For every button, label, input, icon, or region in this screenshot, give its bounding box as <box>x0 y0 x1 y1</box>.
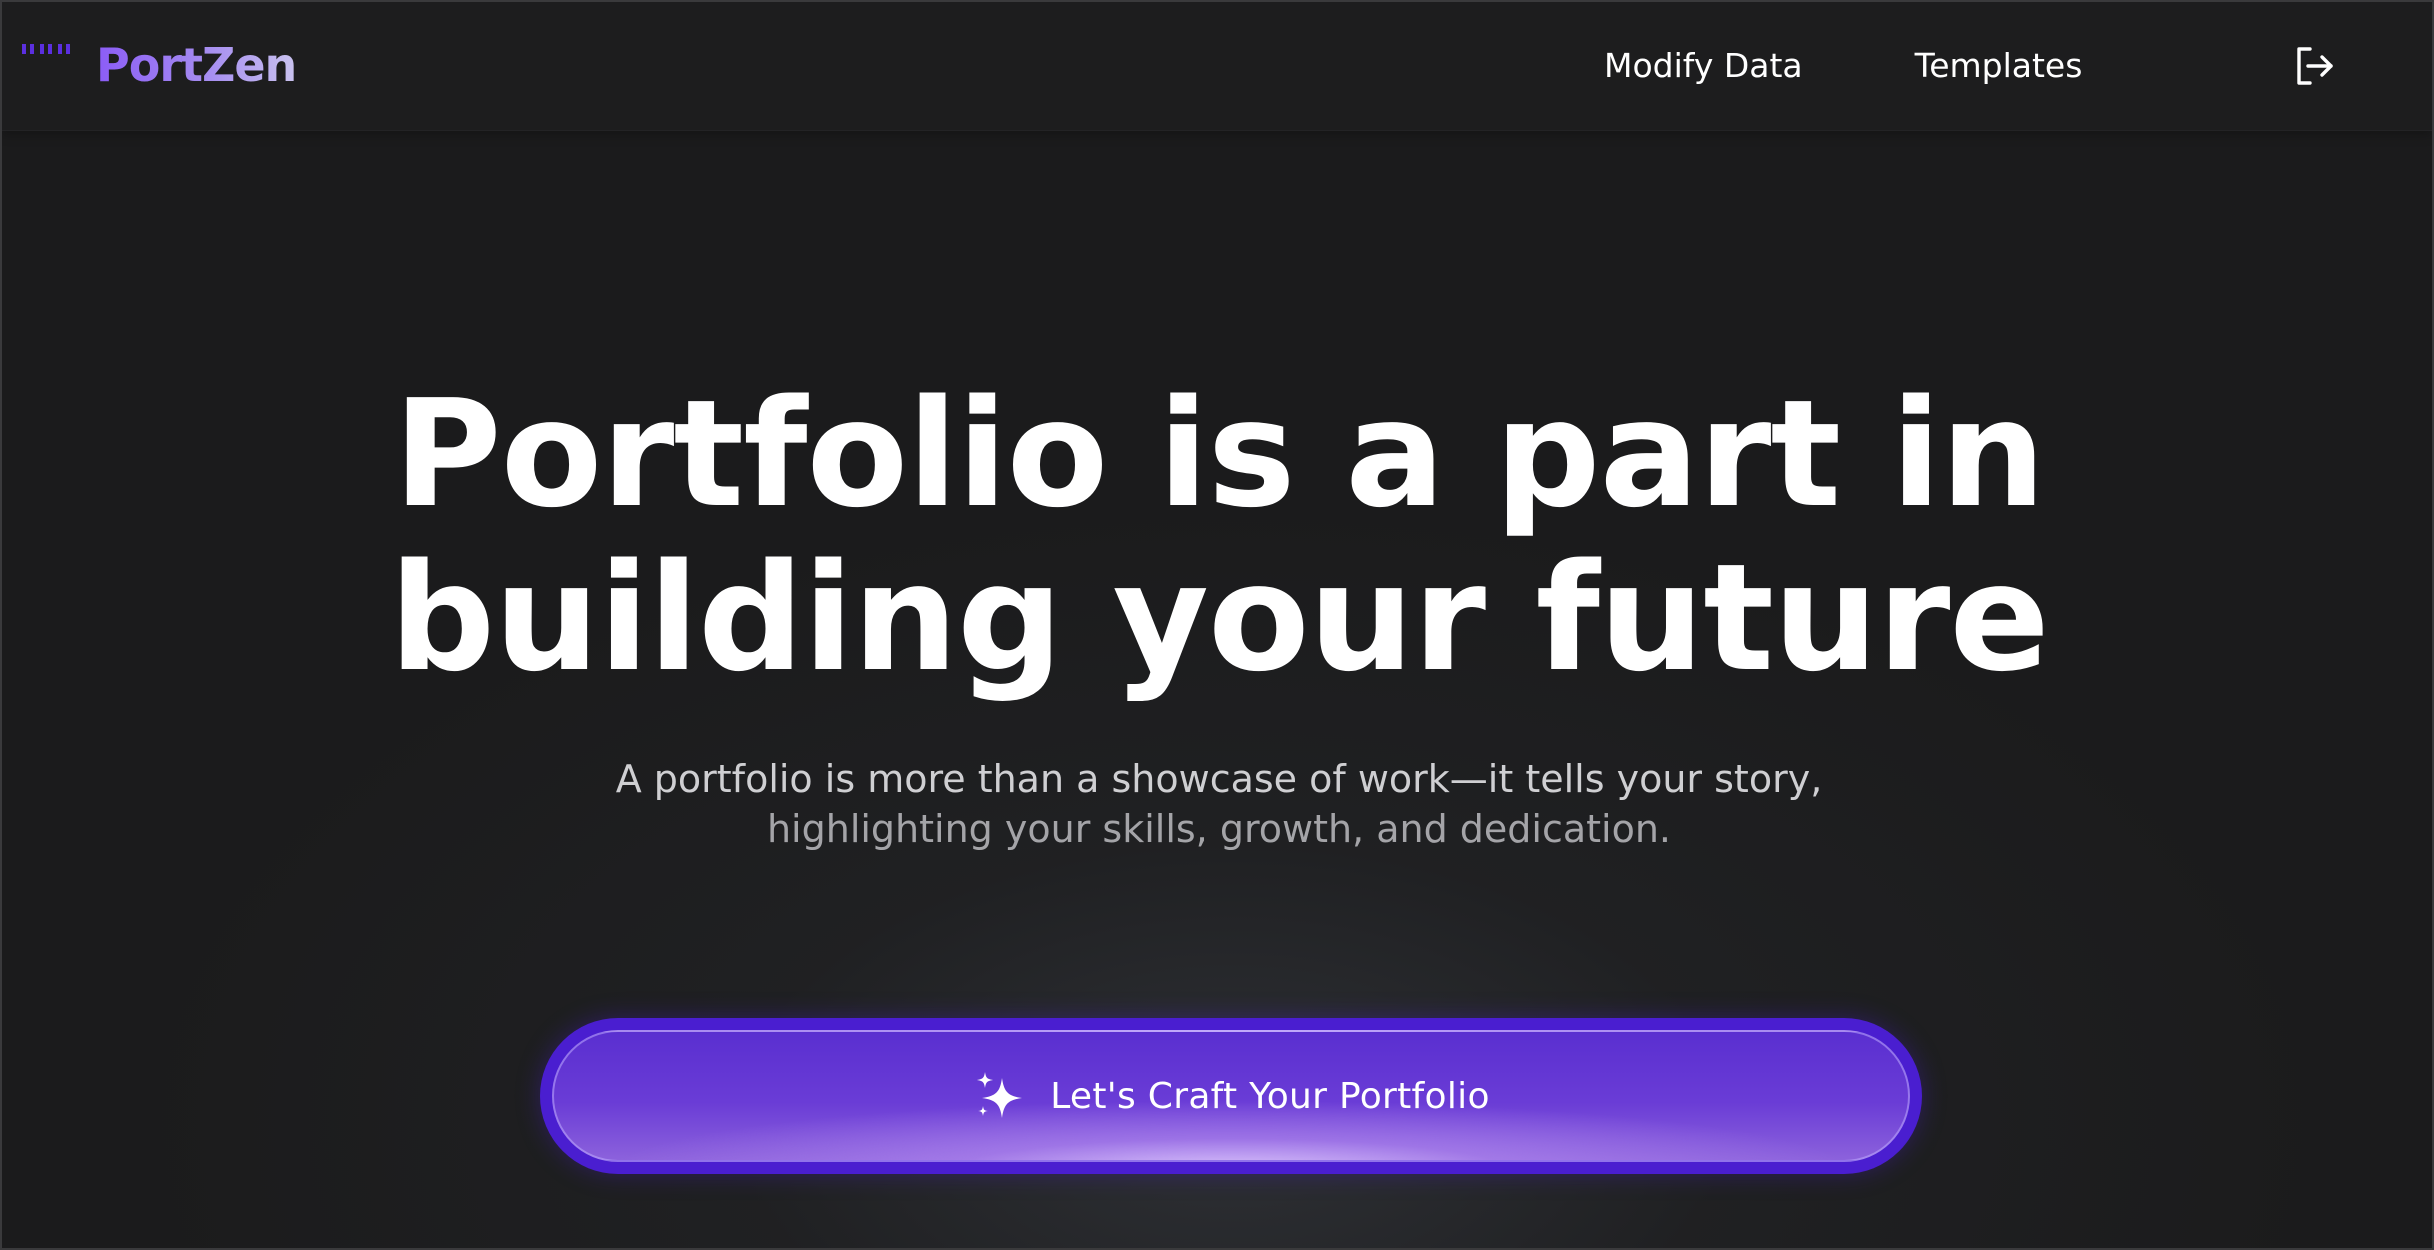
hero-title-line-1: Portfolio is a part in <box>393 368 2046 540</box>
nav-link-templates[interactable]: Templates <box>1915 44 2083 88</box>
hero-title: Portfolio is a part in building your fut… <box>2 368 2432 704</box>
nav-link-modify-data[interactable]: Modify Data <box>1604 44 1803 88</box>
navbar: PortZen Modify Data Templates <box>2 2 2432 131</box>
brand-mark-icon <box>22 44 70 54</box>
hero-subtitle-line-2: highlighting your skills, growth, and de… <box>766 807 1672 851</box>
craft-portfolio-button-inner: Let's Craft Your Portfolio <box>552 1030 1910 1162</box>
logout-button[interactable] <box>2292 44 2336 88</box>
brand-name: PortZen <box>96 38 297 92</box>
logout-icon <box>2297 47 2333 85</box>
craft-portfolio-button[interactable]: Let's Craft Your Portfolio <box>540 1018 1922 1174</box>
hero-subtitle: A portfolio is more than a showcase of w… <box>2 754 2432 854</box>
nav-links: Modify Data Templates <box>1604 44 2082 88</box>
brand-logo[interactable]: PortZen <box>22 36 297 94</box>
sparkles-icon <box>977 1072 1023 1118</box>
craft-portfolio-label: Let's Craft Your Portfolio <box>1050 1075 1490 1117</box>
page: PortZen Modify Data Templates Portfolio … <box>0 0 2434 1250</box>
hero-subtitle-line-1: A portfolio is more than a showcase of w… <box>615 757 1823 801</box>
hero-title-line-2: building your future <box>389 532 2050 704</box>
